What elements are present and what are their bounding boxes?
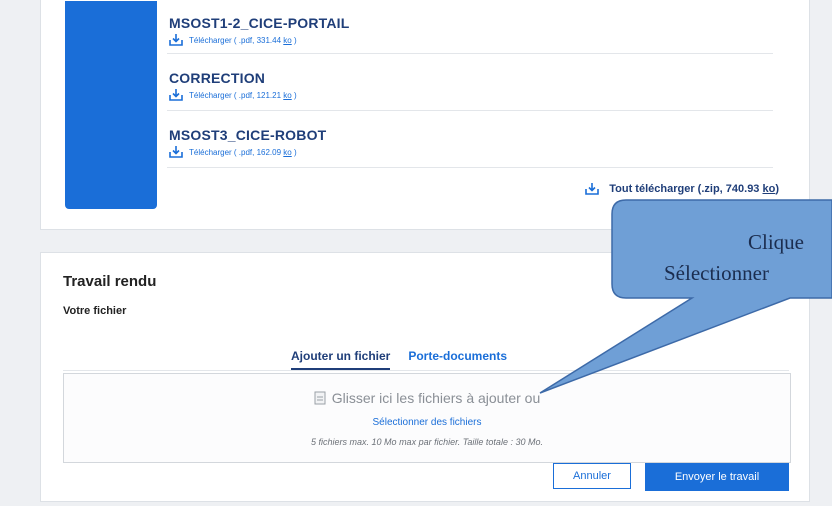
document-title[interactable]: MSOST1-2_CICE-PORTAIL [169,15,350,31]
document-list: MSOST1-2_CICE-PORTAIL Télécharger ( .pdf… [167,0,773,168]
document-title[interactable]: MSOST3_CICE-ROBOT [169,127,326,143]
dropzone-instruction: Glisser ici les fichiers à ajouter ou [64,390,790,406]
download-all-suffix: ) [775,183,779,195]
document-title[interactable]: CORRECTION [169,70,265,86]
upload-tabs: Ajouter un fichier Porte-documents [291,349,507,370]
send-work-button[interactable]: Envoyer le travail [645,463,789,491]
select-files-link[interactable]: Sélectionner des fichiers [64,417,790,428]
file-label: Votre fichier [63,305,127,317]
upload-limits: 5 fichiers max. 10 Mo max par fichier. T… [311,437,543,447]
callout-text-line1: Clique [748,230,804,254]
dropzone-drag-text: Glisser ici les fichiers à ajouter ou [331,390,541,406]
document-download-link[interactable]: Télécharger ( .pdf, 331.44 ko ) [169,34,297,46]
document-item: MSOST1-2_CICE-PORTAIL Télécharger ( .pdf… [167,0,773,54]
section-title: Travail rendu [63,273,157,290]
callout-text-line2: Sélectionner [664,261,769,285]
download-label: Télécharger ( .pdf, 162.09 [189,147,284,157]
document-item: MSOST3_CICE-ROBOT Télécharger ( .pdf, 16… [167,111,773,168]
download-label: Télécharger ( .pdf, 121.21 [189,90,284,100]
download-suffix: ) [291,90,297,100]
download-icon [169,146,183,158]
download-suffix: ) [291,35,297,45]
tab-add-file[interactable]: Ajouter un fichier [291,349,391,370]
document-download-link[interactable]: Télécharger ( .pdf, 121.21 ko ) [169,89,297,101]
document-thumbnail-bar [65,1,157,209]
download-suffix: ) [291,147,297,157]
download-unit: ko [283,35,292,45]
download-icon [169,89,183,101]
cancel-button[interactable]: Annuler [553,463,631,489]
document-download-link[interactable]: Télécharger ( .pdf, 162.09 ko ) [169,146,297,158]
download-all-unit: ko [762,183,776,195]
tab-porte-documents[interactable]: Porte-documents [408,349,507,370]
download-unit: ko [283,147,292,157]
page: MSOST1-2_CICE-PORTAIL Télécharger ( .pdf… [0,0,832,506]
download-unit: ko [283,90,292,100]
download-all-label: Tout télécharger (.zip, 740.93 [609,183,763,195]
file-icon [314,391,326,405]
download-icon [169,34,183,46]
download-label: Télécharger ( .pdf, 331.44 [189,35,284,45]
documents-card: MSOST1-2_CICE-PORTAIL Télécharger ( .pdf… [40,0,810,230]
tabs-divider [63,370,789,371]
download-all-link[interactable]: Tout télécharger (.zip, 740.93 ko) [585,183,779,195]
download-icon [585,183,600,195]
file-dropzone[interactable]: Glisser ici les fichiers à ajouter ou Sé… [63,373,791,463]
work-submission-card: Travail rendu Votre fichier Ajouter un f… [40,252,810,502]
document-item: CORRECTION Télécharger ( .pdf, 121.21 ko… [167,54,773,111]
